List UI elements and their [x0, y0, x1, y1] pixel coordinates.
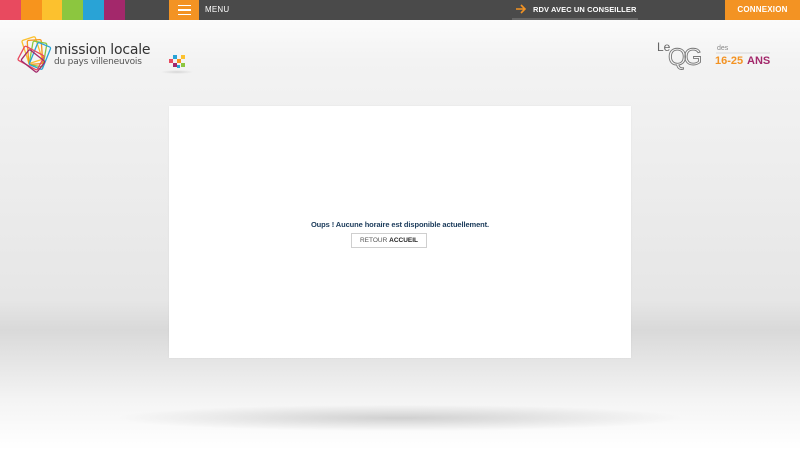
logo-subtitle: du pays villeneuvois: [54, 57, 142, 67]
color-strip-block: [0, 0, 21, 20]
no-slot-message: Oups ! Aucune horaire est disponible act…: [310, 220, 490, 229]
floor-shadow: [120, 405, 680, 431]
top-bar: MENU RDV AVEC UN CONSEILLER CONNEXION: [0, 0, 800, 20]
retour-accueil-button[interactable]: RETOUR ACCUEIL: [351, 233, 427, 248]
logo-title: mission locale: [54, 42, 151, 58]
hamburger-icon: [177, 4, 191, 7]
color-strip-block: [103, 0, 125, 20]
pixel-squares-icon[interactable]: [169, 55, 185, 69]
menu-label[interactable]: MENU: [205, 0, 229, 20]
qg-ans: ANS: [747, 55, 770, 67]
retour-strong: ACCUEIL: [389, 237, 419, 244]
rdv-link[interactable]: RDV AVEC UN CONSEILLER: [512, 0, 638, 20]
qg-ages: 16-25: [715, 55, 743, 67]
menu-button[interactable]: [169, 0, 199, 20]
rdv-label: RDV AVEC UN CONSEILLER: [533, 4, 637, 14]
color-strip-block: [62, 0, 84, 20]
pixel-shadow: [160, 70, 194, 74]
color-strip-block: [83, 0, 104, 20]
color-strip: [0, 0, 125, 20]
mission-locale-logo[interactable]: mission locale du pays villeneuvois: [17, 36, 157, 74]
color-strip-block: [41, 0, 63, 20]
arrow-right-icon: [516, 4, 527, 14]
retour-prefix: RETOUR: [359, 237, 388, 244]
qg-letters: QG: [668, 44, 701, 70]
color-strip-block: [20, 0, 42, 20]
main-card: Oups ! Aucune horaire est disponible act…: [169, 106, 631, 358]
qg-logo[interactable]: Le QG des 16-25 ANS: [657, 38, 775, 70]
connexion-button[interactable]: CONNEXION: [725, 0, 800, 20]
colored-cards-icon: [17, 36, 52, 73]
qg-des: des: [717, 45, 729, 52]
